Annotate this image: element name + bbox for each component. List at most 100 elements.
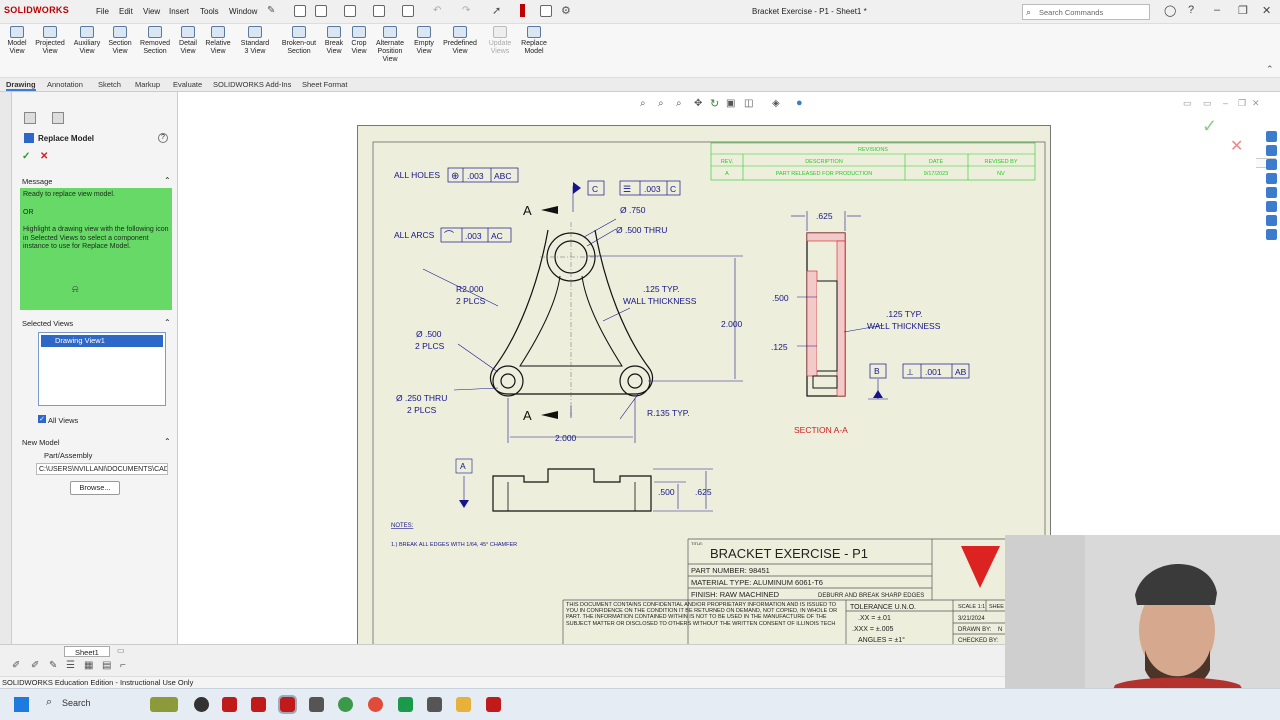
- help-icon[interactable]: ?: [158, 133, 168, 143]
- appearance-icon[interactable]: ●: [796, 97, 803, 109]
- selected-views-list[interactable]: Drawing View1: [38, 332, 166, 406]
- rebuild-icon[interactable]: [520, 4, 525, 17]
- drawing-sheet[interactable]: REVISIONS REV. DESCRIPTION DATE REVISED …: [357, 125, 1052, 647]
- confirm-corner-check-icon[interactable]: ✓: [1202, 116, 1217, 137]
- model-view-button[interactable]: Model View: [3, 26, 31, 56]
- collapse-message-icon[interactable]: ⌃: [164, 176, 171, 185]
- tab-drawing[interactable]: Drawing: [6, 80, 36, 91]
- section-view-button[interactable]: Section View: [105, 26, 135, 56]
- crop-view-button[interactable]: Crop View: [347, 26, 371, 56]
- tab-sketch[interactable]: Sketch: [98, 80, 121, 89]
- collapse-selected-views-icon[interactable]: ⌃: [164, 318, 171, 327]
- viewport-icon[interactable]: ▭: [1183, 98, 1192, 109]
- file-properties-icon[interactable]: [540, 5, 552, 17]
- pan-icon[interactable]: ✥: [694, 98, 702, 109]
- menu-view[interactable]: View: [143, 7, 160, 16]
- bottom-tool-2-icon[interactable]: ✐: [31, 660, 39, 671]
- broken-out-section-button[interactable]: Broken-out Section: [278, 26, 320, 56]
- all-views-checkbox[interactable]: ✓: [38, 415, 46, 423]
- windows-start-icon[interactable]: [14, 697, 29, 712]
- replace-model-button[interactable]: Replace Model: [518, 26, 550, 56]
- file-explorer-icon[interactable]: [1265, 159, 1277, 170]
- help-icon[interactable]: ?: [1188, 4, 1194, 16]
- home-icon[interactable]: [294, 5, 306, 17]
- app-icon-1[interactable]: [194, 697, 209, 712]
- undo-icon[interactable]: ↶: [433, 5, 441, 16]
- bottom-tool-5-icon[interactable]: ▦: [84, 660, 93, 671]
- acrobat-icon[interactable]: [486, 697, 501, 712]
- zoom-area-icon[interactable]: ⌕: [658, 98, 664, 109]
- feature-manager-tab-icon[interactable]: [24, 112, 36, 124]
- bottom-tool-4-icon[interactable]: ☰: [66, 660, 75, 671]
- window-minimize-icon[interactable]: –: [1223, 98, 1228, 108]
- solidworks-2023-icon[interactable]: [222, 697, 237, 712]
- projected-view-button[interactable]: Projected View: [32, 26, 68, 56]
- solidworks-resources-icon[interactable]: [1265, 131, 1277, 142]
- print-icon[interactable]: [402, 5, 414, 17]
- manage-icon[interactable]: [1265, 229, 1277, 240]
- empty-view-button[interactable]: Empty View: [411, 26, 437, 56]
- bottom-tool-3-icon[interactable]: ✎: [49, 660, 57, 671]
- collapse-new-model-icon[interactable]: ⌃: [164, 437, 171, 446]
- model-path-field[interactable]: C:\USERS\NVILLANI\DOCUMENTS\CAD: [36, 463, 168, 475]
- menu-tools[interactable]: Tools: [200, 7, 219, 16]
- menu-insert[interactable]: Insert: [169, 7, 189, 16]
- detail-view-button[interactable]: Detail View: [174, 26, 202, 56]
- cancel-x-icon[interactable]: ✕: [40, 151, 48, 162]
- simulation-icon[interactable]: [309, 697, 324, 712]
- app-icon-green[interactable]: [338, 697, 353, 712]
- user-icon[interactable]: ◯: [1164, 4, 1176, 17]
- tab-sheet1[interactable]: Sheet1: [64, 646, 110, 657]
- open-icon[interactable]: [344, 5, 356, 17]
- ok-checkmark-icon[interactable]: ✓: [22, 151, 30, 162]
- file-explorer-icon[interactable]: [456, 697, 471, 712]
- removed-section-button[interactable]: Removed Section: [138, 26, 172, 56]
- rotate-icon[interactable]: ↻: [710, 97, 719, 110]
- search-commands-input[interactable]: ⌕ Search Commands: [1022, 4, 1150, 20]
- property-manager-tab-icon[interactable]: [52, 112, 64, 124]
- collapse-ribbon-icon[interactable]: ⌃: [1266, 64, 1274, 75]
- appearances-icon[interactable]: [1265, 187, 1277, 198]
- tab-markup[interactable]: Markup: [135, 80, 160, 89]
- alternate-position-view-button[interactable]: Alternate Position View: [372, 26, 408, 64]
- tab-addins[interactable]: SOLIDWORKS Add-Ins: [213, 80, 291, 89]
- view-orientation-icon[interactable]: ▣: [726, 98, 735, 109]
- bottom-tool-7-icon[interactable]: ⌐: [120, 660, 126, 671]
- bottom-tool-6-icon[interactable]: ▤: [102, 660, 111, 671]
- minimize-icon[interactable]: –: [1214, 4, 1220, 16]
- custom-properties-icon[interactable]: [1265, 201, 1277, 212]
- hide-show-icon[interactable]: ◈: [772, 98, 780, 109]
- menu-file[interactable]: File: [96, 7, 109, 16]
- list-item-drawing-view1[interactable]: Drawing View1: [41, 335, 163, 347]
- auxiliary-view-button[interactable]: Auxiliary View: [70, 26, 104, 56]
- window-restore-icon[interactable]: ▭: [1203, 98, 1212, 109]
- relative-view-button[interactable]: Relative View: [203, 26, 233, 56]
- menu-edit[interactable]: Edit: [119, 7, 133, 16]
- menu-window[interactable]: Window: [229, 7, 257, 16]
- options-gear-icon[interactable]: ⚙: [561, 4, 571, 17]
- pin-icon[interactable]: ✎: [267, 5, 275, 16]
- select-icon[interactable]: ➚: [492, 4, 501, 17]
- add-sheet-icon[interactable]: ▭: [117, 646, 125, 655]
- predefined-view-button[interactable]: Predefined View: [439, 26, 481, 56]
- window-max-icon[interactable]: ❐: [1238, 98, 1246, 109]
- app-icon-t[interactable]: [398, 697, 413, 712]
- zoom-selection-icon[interactable]: ⌕: [676, 98, 682, 109]
- design-library-icon[interactable]: [1265, 145, 1277, 156]
- browse-button[interactable]: Browse...: [70, 481, 120, 495]
- save-icon[interactable]: [373, 5, 385, 17]
- close-icon[interactable]: ✕: [1262, 4, 1271, 17]
- break-view-button[interactable]: Break View: [322, 26, 346, 56]
- view-palette-icon[interactable]: [1265, 173, 1277, 184]
- display-style-icon[interactable]: ◫: [744, 98, 753, 109]
- window-close-icon[interactable]: ✕: [1252, 98, 1260, 109]
- bottom-tool-1-icon[interactable]: ✐: [12, 660, 20, 671]
- new-document-icon[interactable]: [315, 5, 327, 17]
- snip-icon[interactable]: [427, 697, 442, 712]
- update-views-button[interactable]: Update Views: [485, 26, 515, 56]
- zoom-to-fit-icon[interactable]: ⌕: [640, 98, 646, 109]
- redo-icon[interactable]: ↷: [462, 5, 470, 16]
- confirm-corner-cancel-icon[interactable]: ✕: [1230, 136, 1243, 156]
- solidworks-2024-icon[interactable]: [251, 697, 266, 712]
- standard-3-view-button[interactable]: Standard 3 View: [238, 26, 272, 56]
